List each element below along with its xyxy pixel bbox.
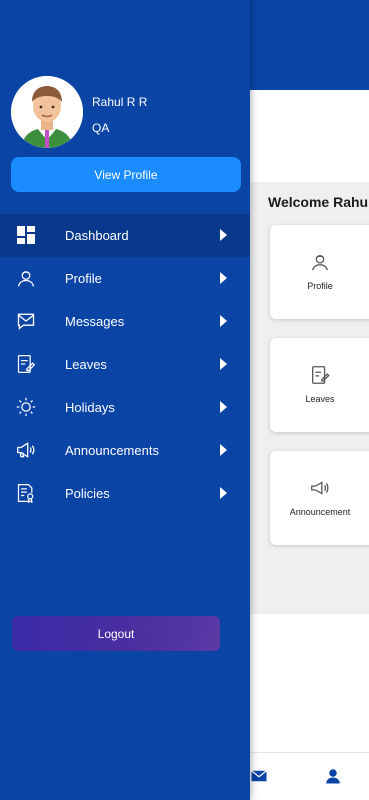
chevron-right-icon xyxy=(220,487,227,499)
leaves-icon xyxy=(17,355,36,373)
view-profile-button[interactable]: View Profile xyxy=(11,157,241,192)
holidays-icon xyxy=(16,397,36,417)
profile-icon xyxy=(17,271,35,287)
messages-icon xyxy=(17,313,35,330)
chevron-right-icon xyxy=(220,272,227,284)
menu-item-policies[interactable]: Policies xyxy=(0,472,250,515)
chevron-right-icon xyxy=(220,401,227,413)
logout-button[interactable]: Logout xyxy=(12,616,220,651)
card-label: Announcement xyxy=(289,507,351,517)
welcome-text: Welcome Rahu xyxy=(268,194,369,210)
menu-label: Holidays xyxy=(65,400,115,415)
announcement-icon xyxy=(311,481,329,495)
menu-label: Policies xyxy=(65,486,110,501)
leaves-card[interactable]: Leaves xyxy=(270,338,369,432)
chevron-right-icon xyxy=(220,358,227,370)
menu-item-profile[interactable]: Profile xyxy=(0,257,250,300)
bottom-nav xyxy=(250,752,369,800)
drawer-menu: Dashboard Profile Messages Leaves Holida… xyxy=(0,214,250,515)
user-name: Rahul R R xyxy=(92,95,148,109)
chevron-right-icon xyxy=(220,229,227,241)
menu-item-holidays[interactable]: Holidays xyxy=(0,386,250,429)
menu-item-dashboard[interactable]: Dashboard xyxy=(0,214,250,257)
menu-label: Leaves xyxy=(65,357,107,372)
menu-label: Profile xyxy=(65,271,102,286)
dashboard-icon xyxy=(17,226,35,244)
user-avatar-icon xyxy=(11,76,83,148)
chevron-right-icon xyxy=(220,444,227,456)
menu-item-leaves[interactable]: Leaves xyxy=(0,343,250,386)
profile-card[interactable]: Profile xyxy=(270,225,369,319)
announcements-icon xyxy=(17,442,35,458)
menu-item-messages[interactable]: Messages xyxy=(0,300,250,343)
leaves-icon xyxy=(312,366,330,384)
card-label: Leaves xyxy=(305,394,335,404)
mail-icon[interactable] xyxy=(250,767,268,785)
menu-label: Messages xyxy=(65,314,125,329)
chevron-right-icon xyxy=(220,315,227,327)
menu-label: Announcements xyxy=(65,443,159,458)
person-icon[interactable] xyxy=(324,767,342,785)
menu-item-announcements[interactable]: Announcements xyxy=(0,429,250,472)
announcement-card[interactable]: Announcement xyxy=(270,451,369,545)
policies-icon xyxy=(17,484,34,503)
user-role: QA xyxy=(92,121,110,135)
profile-icon xyxy=(312,254,328,271)
menu-label: Dashboard xyxy=(65,228,129,243)
navigation-drawer: Rahul R R QA View Profile Dashboard Prof… xyxy=(0,0,250,800)
card-label: Profile xyxy=(307,281,333,291)
avatar[interactable] xyxy=(11,76,83,148)
